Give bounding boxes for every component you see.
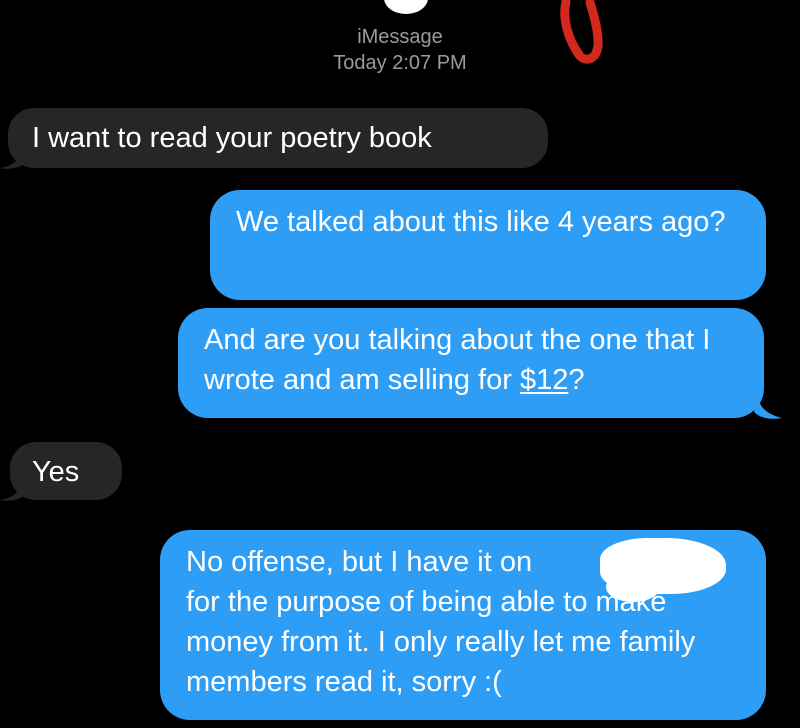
message-text: I want to read your poetry book — [32, 122, 432, 154]
message-text: No offense, but I have it on — [186, 546, 533, 578]
message-bubble-sent[interactable]: And are you talking about the one that I… — [178, 308, 764, 418]
message-text: And are you talking about the one that I… — [204, 324, 711, 396]
bubble-tail — [754, 394, 782, 419]
service-label: iMessage — [357, 26, 443, 48]
message-text: Yes — [32, 456, 80, 488]
message-text: ? — [568, 364, 585, 396]
message-bubble-received[interactable]: Yes — [10, 442, 122, 500]
message-bubble-sent[interactable]: We talked about this like 4 years ago? — [210, 190, 766, 300]
price-link[interactable]: $12 — [520, 364, 568, 396]
redaction-blob — [606, 572, 660, 602]
message-text: We talked about this like 4 years ago? — [236, 206, 726, 238]
conversation-header: iMessage Today 2:07 PM — [0, 24, 800, 76]
bubble-tail — [0, 478, 26, 501]
message-text: for the purpose of being able to make mo… — [186, 586, 696, 698]
top-white-mark — [384, 0, 428, 14]
bubble-tail — [0, 146, 26, 169]
message-bubble-received[interactable]: I want to read your poetry book — [8, 108, 548, 168]
timestamp: Today 2:07 PM — [333, 52, 467, 74]
